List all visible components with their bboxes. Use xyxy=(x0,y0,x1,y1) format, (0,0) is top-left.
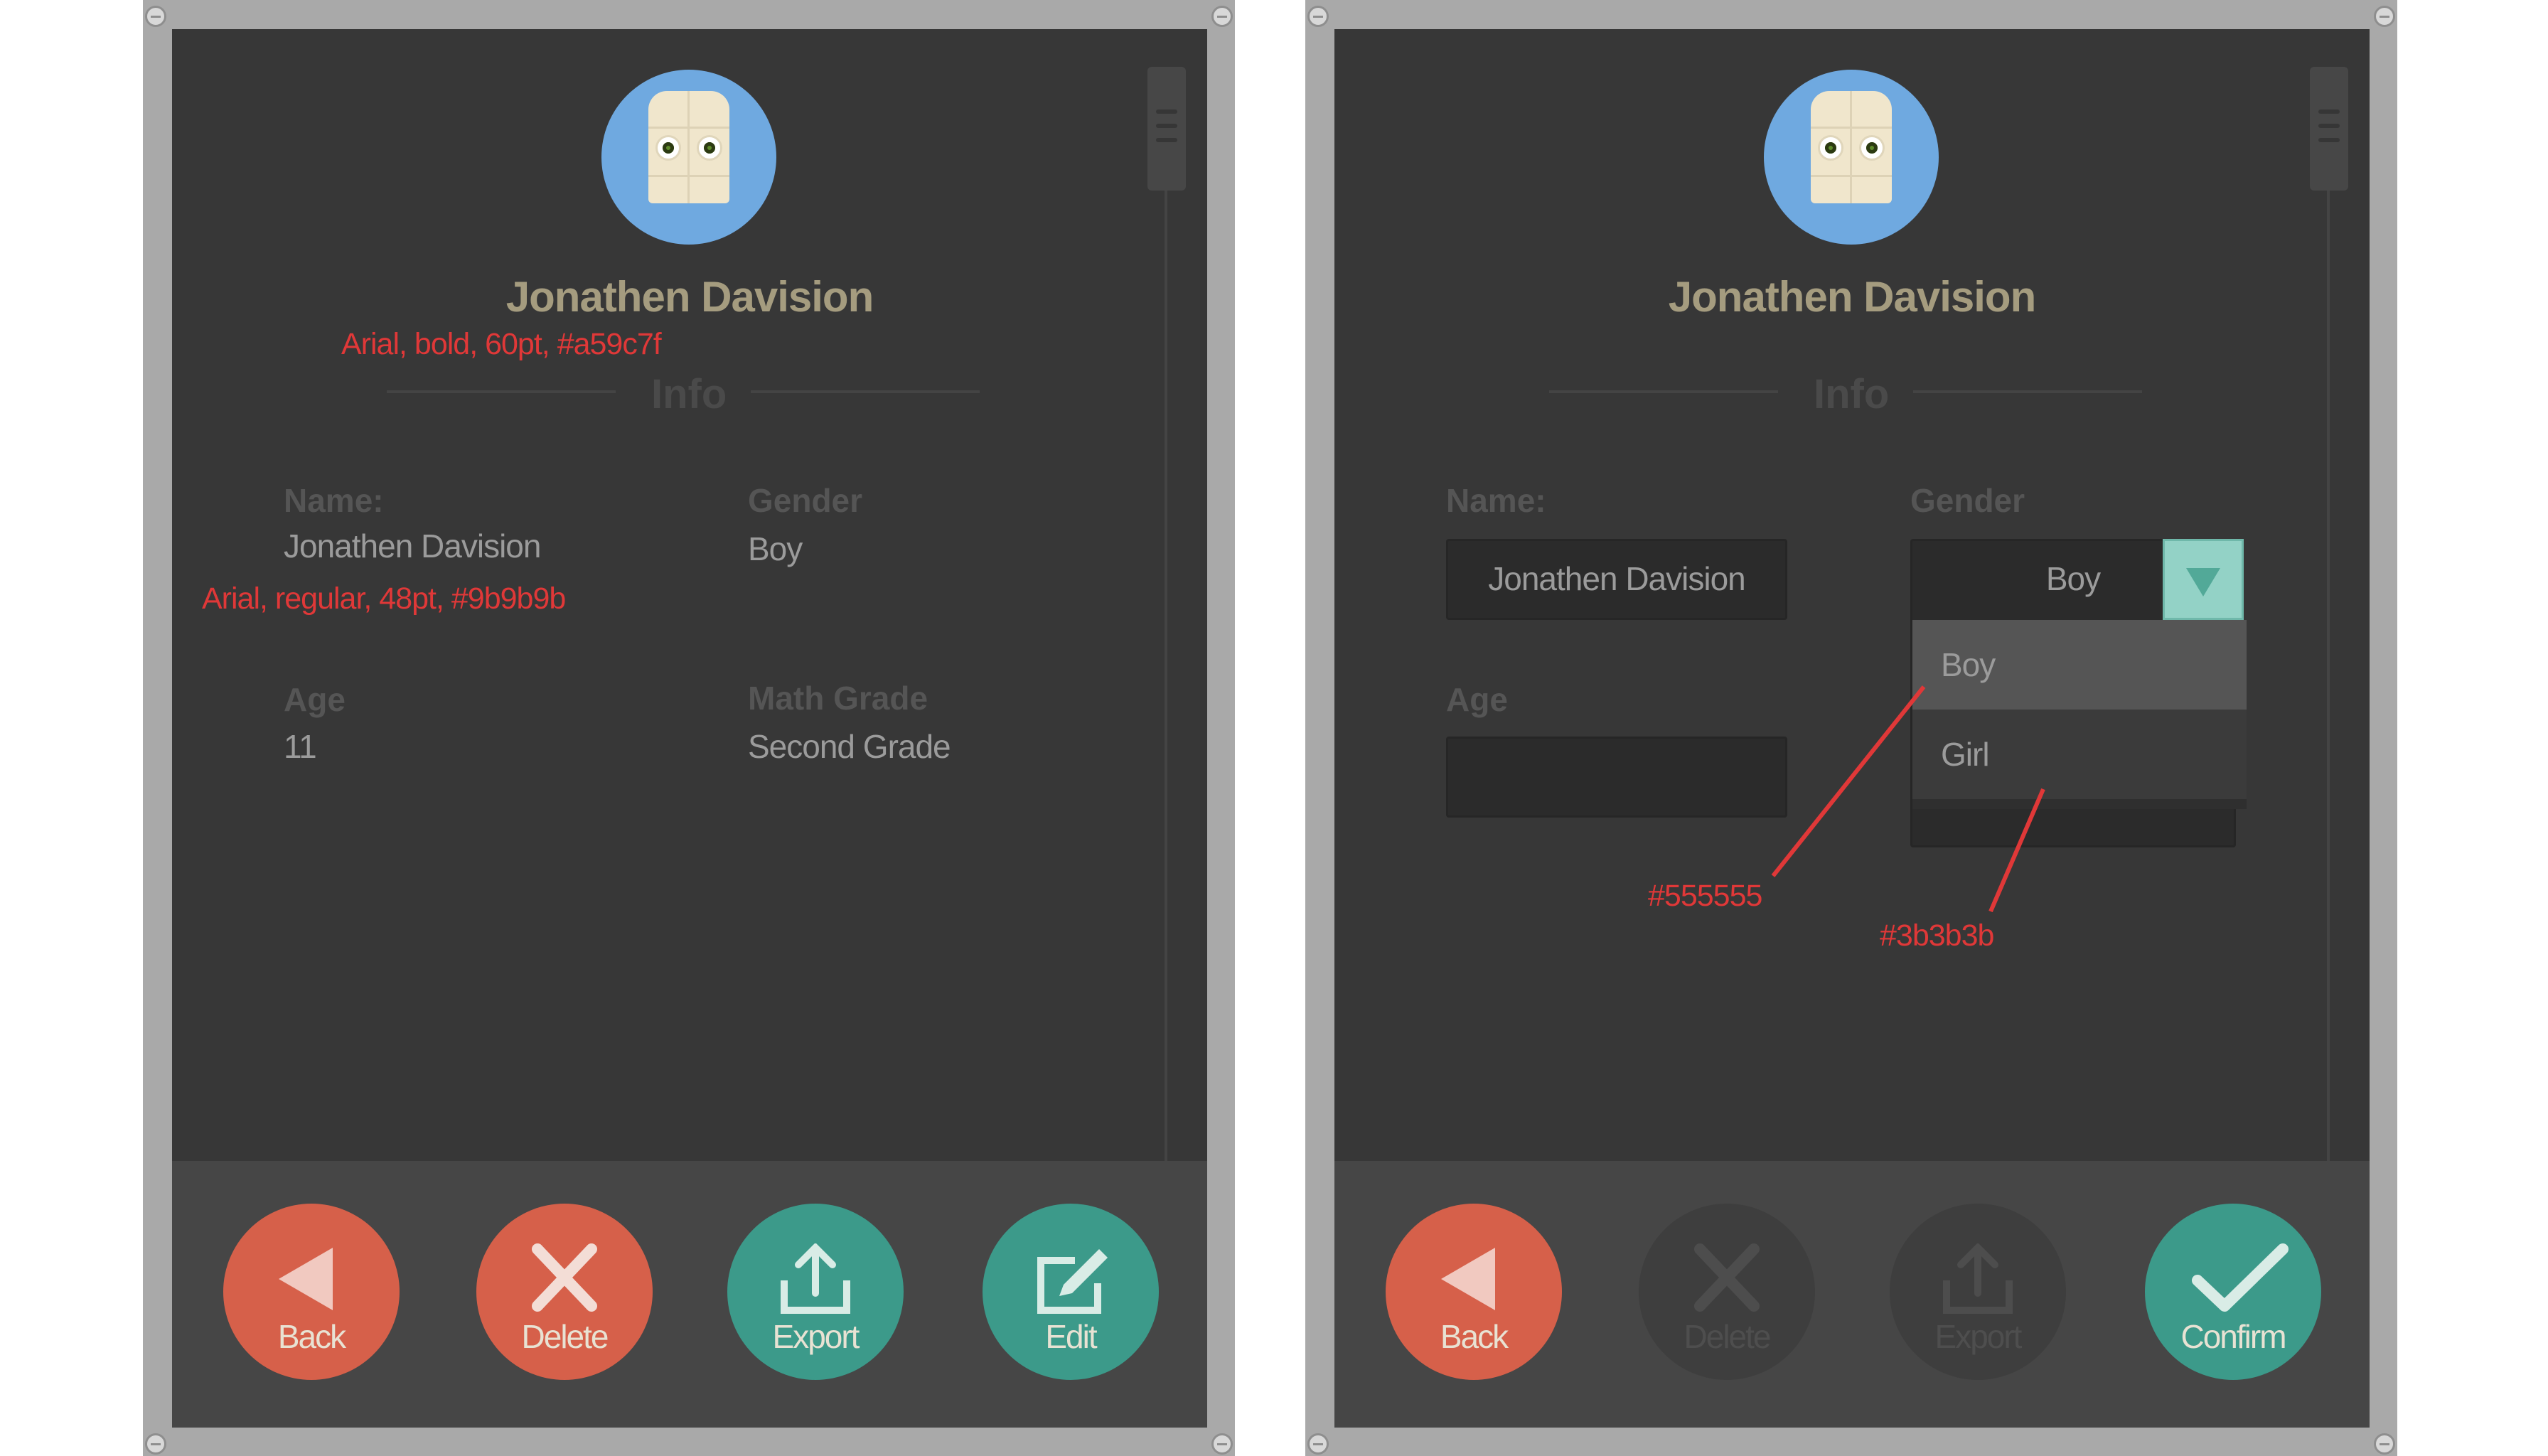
gender-dropdown-list: Boy Girl xyxy=(1912,620,2247,809)
export-icon xyxy=(1943,1243,2013,1314)
scrollbar-track xyxy=(2327,100,2330,1167)
close-icon xyxy=(532,1243,597,1312)
annotation-title-font: Arial, bold, 60pt, #a59c7f xyxy=(341,327,662,361)
delete-button[interactable]: Delete xyxy=(476,1204,653,1380)
chevron-down-icon xyxy=(2186,568,2220,596)
name-input[interactable]: Jonathen Davision xyxy=(1446,539,1787,620)
gender-label: Gender xyxy=(748,482,863,519)
name-value: Jonathen Davision xyxy=(284,528,541,564)
annotation-list-color: #3b3b3b xyxy=(1880,919,1994,953)
scrollbar-thumb[interactable] xyxy=(2310,67,2348,191)
back-button-label: Back xyxy=(1440,1318,1509,1355)
math-grade-value: Second Grade xyxy=(748,728,951,765)
scrollbar-track xyxy=(1165,100,1167,1167)
confirm-button[interactable]: Confirm xyxy=(2145,1204,2321,1380)
robot-avatar-icon xyxy=(648,91,729,203)
delete-button-disabled: Delete xyxy=(1639,1204,1815,1380)
screw-icon xyxy=(1211,1433,1233,1455)
annotation-value-font: Arial, regular, 48pt, #9b9b9b xyxy=(202,582,566,616)
annotation-hover-color: #555555 xyxy=(1648,879,1762,913)
divider-left xyxy=(387,390,616,393)
divider-right xyxy=(1913,390,2142,393)
device-frame-edit: Jonathen Davision Info Name: Jonathen Da… xyxy=(1305,0,2397,1456)
section-title-info: Info xyxy=(651,371,727,417)
export-button-label: Export xyxy=(1934,1318,2023,1355)
delete-button-label: Delete xyxy=(521,1318,609,1355)
back-arrow-icon xyxy=(279,1248,333,1310)
screw-icon xyxy=(2374,1433,2395,1455)
back-button[interactable]: Back xyxy=(1386,1204,1562,1380)
export-button-label: Export xyxy=(772,1318,860,1355)
avatar xyxy=(1764,70,1939,245)
gender-dropdown-button[interactable] xyxy=(2163,539,2244,620)
back-button[interactable]: Back xyxy=(223,1204,400,1380)
gender-value: Boy xyxy=(748,530,803,567)
math-grade-label: Math Grade xyxy=(748,680,928,717)
name-input-value: Jonathen Davision xyxy=(1488,560,1745,597)
avatar xyxy=(601,70,776,245)
gender-option-girl[interactable]: Girl xyxy=(1912,710,2247,799)
close-icon xyxy=(1694,1243,1760,1312)
screw-icon xyxy=(145,6,166,27)
age-value: 11 xyxy=(284,728,317,765)
device-frame-view: Jonathen Davision Info Name: Jonathen Da… xyxy=(143,0,1235,1456)
profile-view-screen: Jonathen Davision Info Name: Jonathen Da… xyxy=(172,29,1207,1428)
edit-icon xyxy=(1037,1249,1108,1314)
scrollbar-thumb[interactable] xyxy=(1147,67,1186,191)
edit-button[interactable]: Edit xyxy=(983,1204,1159,1380)
back-button-label: Back xyxy=(277,1318,346,1355)
back-arrow-icon xyxy=(1441,1248,1495,1310)
screw-icon xyxy=(1307,1433,1329,1455)
checkmark-icon xyxy=(2192,1243,2289,1312)
export-button[interactable]: Export xyxy=(727,1204,904,1380)
delete-button-label: Delete xyxy=(1684,1318,1772,1355)
name-label: Name: xyxy=(1446,482,1546,519)
age-label: Age xyxy=(1446,681,1508,718)
divider-right xyxy=(751,390,980,393)
profile-edit-screen: Jonathen Davision Info Name: Jonathen Da… xyxy=(1334,29,2370,1428)
age-input[interactable] xyxy=(1446,737,1787,818)
screw-icon xyxy=(2374,6,2395,27)
name-label: Name: xyxy=(284,482,384,519)
screw-icon xyxy=(1211,6,1233,27)
divider-left xyxy=(1549,390,1778,393)
profile-name: Jonathen Davision xyxy=(1668,273,2036,321)
profile-name: Jonathen Davision xyxy=(505,273,874,321)
gender-option-boy[interactable]: Boy xyxy=(1912,620,2247,710)
edit-button-label: Edit xyxy=(1045,1318,1097,1355)
screw-icon xyxy=(145,1433,166,1455)
export-icon xyxy=(781,1243,850,1314)
confirm-button-label: Confirm xyxy=(2180,1318,2286,1355)
age-label: Age xyxy=(284,681,346,718)
screw-icon xyxy=(1307,6,1329,27)
robot-avatar-icon xyxy=(1811,91,1892,203)
gender-label: Gender xyxy=(1910,482,2025,519)
section-title-info: Info xyxy=(1814,371,1890,417)
export-button-disabled: Export xyxy=(1890,1204,2066,1380)
